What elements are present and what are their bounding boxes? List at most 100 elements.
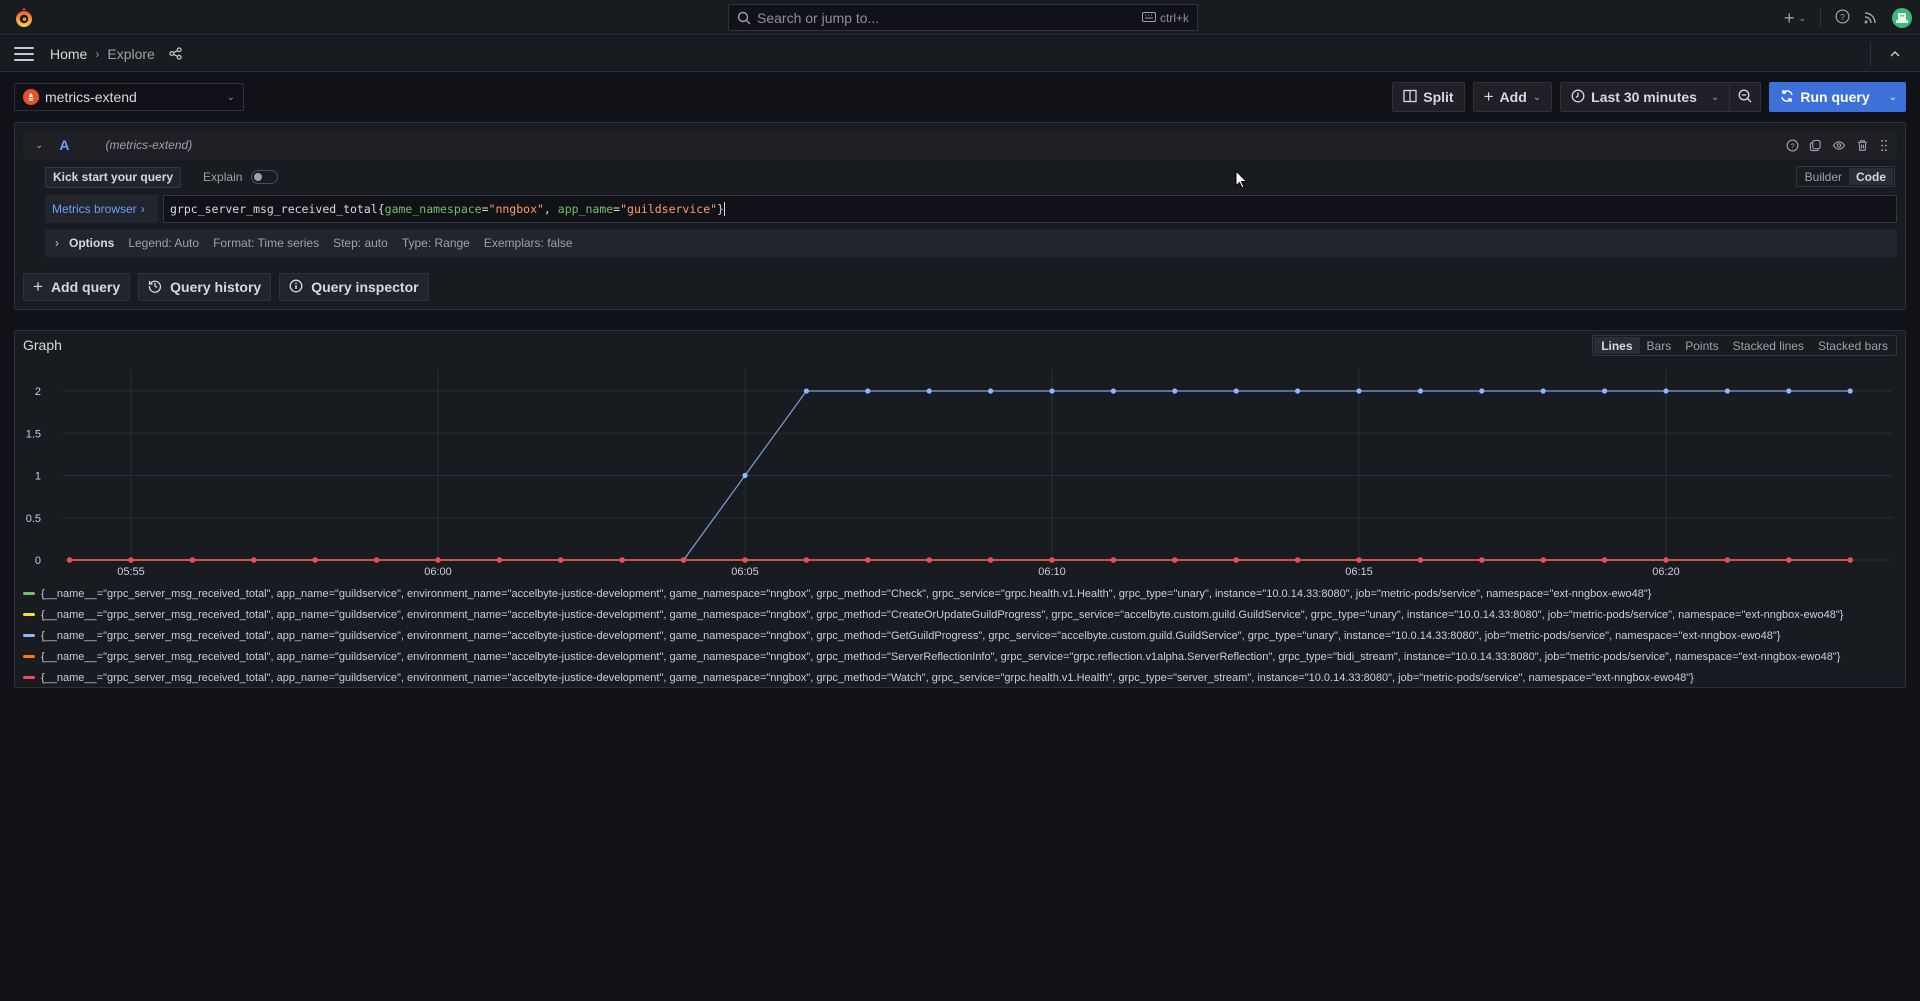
data-point [988,557,994,563]
viz-bars[interactable]: Bars [1640,337,1679,354]
viz-points[interactable]: Points [1678,337,1725,354]
sync-icon [1780,89,1794,106]
y-tick-label: 2 [35,386,41,398]
rss-icon[interactable] [1864,10,1878,27]
legend-swatch [23,592,35,595]
query-row-actions: ? [1786,139,1889,152]
data-point [1602,557,1608,563]
metrics-browser-label: Metrics browser [52,202,137,216]
data-point [1786,388,1792,394]
toolbar-actions: Split + Add ⌄ Last 30 minutes ⌄ Run quer… [1392,82,1906,112]
legend-label: {__name__="grpc_server_msg_received_tota… [41,671,1694,684]
option-step: Step: auto [333,236,388,250]
options-label: Options [69,236,115,250]
top-right-actions: + ⌄ ? [1784,5,1912,31]
kick-start-button[interactable]: Kick start your query [45,166,182,188]
avatar[interactable] [1892,8,1912,28]
query-ref-id[interactable]: A [59,137,69,153]
search-icon [737,11,751,25]
viz-lines[interactable]: Lines [1594,337,1640,354]
x-tick-label: 06:20 [1652,566,1680,578]
keyboard-icon [1141,11,1156,25]
data-point [1540,557,1546,563]
chevron-down-icon: ⌄ [226,91,235,103]
query-inspector-button[interactable]: Query inspector [279,273,429,301]
query-label-name: game_namespace [384,202,482,216]
x-tick-label: 06:15 [1345,566,1373,578]
breadcrumb-bar: Home › Explore [0,36,1920,72]
plus-icon: + [33,277,43,296]
svg-text:?: ? [1790,141,1794,150]
add-query-label: Add query [50,279,121,295]
time-range-picker[interactable]: Last 30 minutes ⌄ [1560,82,1731,112]
option-type: Type: Range [401,236,470,250]
help-icon[interactable]: ? [1835,9,1850,27]
viz-stacked-lines[interactable]: Stacked lines [1726,337,1811,354]
history-icon [148,279,162,296]
legend-item[interactable]: {__name__="grpc_server_msg_received_tota… [23,646,1901,667]
run-query-options-button[interactable]: ⌄ [1880,82,1906,112]
legend-label: {__name__="grpc_server_msg_received_tota… [41,629,1781,642]
chevron-down-icon: ⌄ [1798,12,1806,23]
grafana-logo-icon[interactable] [13,7,35,29]
query-history-label: Query history [170,279,262,295]
brace-close: } [717,202,724,216]
duplicate-icon[interactable] [1809,139,1822,152]
data-point [1663,557,1669,563]
data-point [128,557,134,563]
top-bar: Search or jump to... ctrl+k + ⌄ ? [0,0,1920,35]
viz-stacked-bars[interactable]: Stacked bars [1811,337,1895,354]
run-query-button[interactable]: Run query [1769,82,1881,112]
visualization-switch: Lines Bars Points Stacked lines Stacked … [1592,335,1897,356]
trash-icon[interactable] [1856,139,1869,152]
legend-item[interactable]: {__name__="grpc_server_msg_received_tota… [23,604,1901,625]
chevron-down-icon[interactable]: ⌄ [35,140,43,151]
eye-icon[interactable] [1832,139,1846,152]
data-point [374,557,380,563]
add-label: Add [1499,89,1527,105]
explain-label: Explain [203,170,243,184]
data-point [1847,557,1853,563]
query-code-editor[interactable]: grpc_server_msg_received_total{game_name… [163,195,1897,223]
split-button[interactable]: Split [1392,82,1465,112]
new-menu[interactable]: + ⌄ [1784,9,1806,27]
drag-handle-icon[interactable] [1879,139,1889,152]
mode-builder[interactable]: Builder [1798,168,1849,185]
query-editor-header: Kick start your query Explain Builder Co… [45,166,1895,188]
legend-item[interactable]: {__name__="grpc_server_msg_received_tota… [23,583,1901,604]
data-point [1479,557,1485,563]
query-options-row[interactable]: › Options Legend: Auto Format: Time seri… [45,229,1897,257]
data-point [67,557,73,563]
x-tick-label: 06:00 [424,566,452,578]
y-tick-label: 0 [35,555,41,567]
help-icon[interactable]: ? [1786,139,1799,152]
time-series-chart[interactable]: 0 0.5 1 1.5 2 05:55 06:00 06:05 06:10 06:15 06:20 [15,331,1907,581]
query-history-button[interactable]: Query history [138,273,272,301]
add-button[interactable]: + Add ⌄ [1472,82,1553,112]
columns-icon [1403,89,1417,106]
explore-toolbar: metrics-extend ⌄ Split + Add ⌄ Last 30 m… [0,82,1920,112]
equals: = [613,202,621,216]
search-input[interactable]: Search or jump to... ctrl+k [728,4,1198,31]
x-tick-label: 06:05 [731,566,759,578]
x-tick-label: 05:55 [117,566,145,578]
zoom-out-button[interactable] [1730,82,1762,112]
data-point [926,388,932,394]
option-exemplars: Exemplars: false [483,236,573,250]
datasource-picker[interactable]: metrics-extend ⌄ [14,83,244,111]
explain-toggle[interactable] [251,170,279,184]
mode-code[interactable]: Code [1849,168,1893,185]
legend-item[interactable]: {__name__="grpc_server_msg_received_tota… [23,625,1901,646]
data-point [1540,388,1546,394]
metrics-browser-button[interactable]: Metrics browser › [45,195,158,223]
data-point [1356,388,1362,394]
menu-icon[interactable] [14,46,34,61]
legend-item[interactable]: {__name__="grpc_server_msg_received_tota… [23,667,1901,688]
legend-swatch [23,676,35,679]
legend-swatch [23,655,35,658]
share-icon[interactable] [169,47,182,60]
chevron-up-icon[interactable] [1870,36,1920,72]
plus-icon: + [1783,8,1795,28]
breadcrumb-home[interactable]: Home [50,46,87,62]
add-query-button[interactable]: + Add query [23,273,131,301]
